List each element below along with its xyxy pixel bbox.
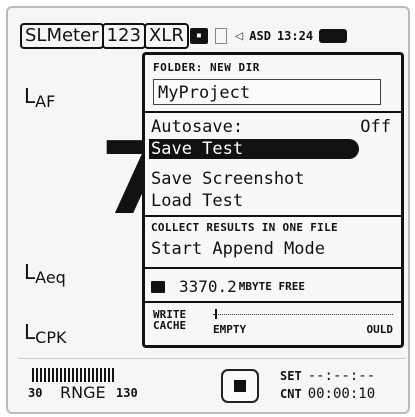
range-low: 30	[28, 386, 43, 400]
range-meter	[32, 368, 114, 382]
cnt-label: CNT	[280, 387, 302, 401]
set-label: SET	[280, 369, 302, 383]
free-value: 3370.2	[179, 277, 237, 296]
stop-icon	[234, 380, 246, 392]
range-high: 130	[116, 386, 138, 400]
write-cache-bar	[213, 309, 393, 319]
collect-heading: COLLECT RESULTS IN ONE FILE	[151, 221, 338, 234]
write-cache-label: WRITE CACHE	[153, 308, 187, 332]
range-label: RNGE	[60, 383, 106, 402]
battery-icon	[319, 29, 348, 43]
autosave-item[interactable]: Autosave: Off	[149, 117, 397, 137]
laeq-label: LAeq	[24, 260, 66, 287]
save-test-item[interactable]: Save Test	[149, 139, 359, 159]
tab-xlr[interactable]: XLR	[143, 23, 189, 49]
divider	[145, 111, 401, 113]
autosave-value: Off	[360, 117, 391, 137]
set-timer: SET --:--:--	[280, 368, 375, 384]
stop-button[interactable]	[221, 369, 259, 403]
divider	[145, 267, 401, 269]
lcpk-label: LCPK	[24, 320, 67, 347]
file-menu-popup: FOLDER: NEW DIR MyProject Autosave: Off …	[142, 52, 404, 348]
device-screen: SLMeter 123 XLR ▪ ◁ ASD 13:24 LAF 7 LAeq…	[6, 6, 410, 414]
free-unit: MBYTE FREE	[238, 280, 306, 293]
profile-name: ASD	[249, 29, 271, 43]
cache-full-label: OULD	[366, 323, 394, 336]
laf-label: LAF	[24, 84, 56, 111]
cnt-value: 00:00:10	[307, 386, 376, 402]
project-name-input[interactable]: MyProject	[153, 79, 381, 105]
disk-icon: ▪	[189, 28, 208, 44]
clock: 13:24	[276, 29, 314, 43]
status-bar: SLMeter 123 XLR ▪ ◁ ASD 13:24	[20, 22, 348, 50]
storage-icon	[151, 280, 165, 293]
tab-123[interactable]: 123	[101, 23, 146, 49]
save-screenshot-item[interactable]: Save Screenshot	[149, 169, 397, 189]
sd-card-icon	[214, 28, 227, 44]
autosave-label: Autosave:	[151, 117, 244, 137]
load-test-item[interactable]: Load Test	[149, 191, 397, 211]
count-timer: CNT 00:00:10	[280, 386, 375, 402]
start-append-item[interactable]: Start Append Mode	[149, 239, 397, 259]
free-space: 3370.2 MBYTE FREE	[151, 277, 305, 296]
cache-empty-label: EMPTY	[213, 323, 247, 336]
divider	[145, 215, 401, 217]
folder-label: FOLDER: NEW DIR	[153, 61, 260, 74]
tab-slmeter[interactable]: SLMeter	[20, 23, 104, 49]
set-value: --:--:--	[307, 368, 376, 384]
bottom-divider	[18, 358, 406, 359]
divider	[145, 301, 401, 303]
speaker-icon: ◁	[234, 28, 244, 44]
